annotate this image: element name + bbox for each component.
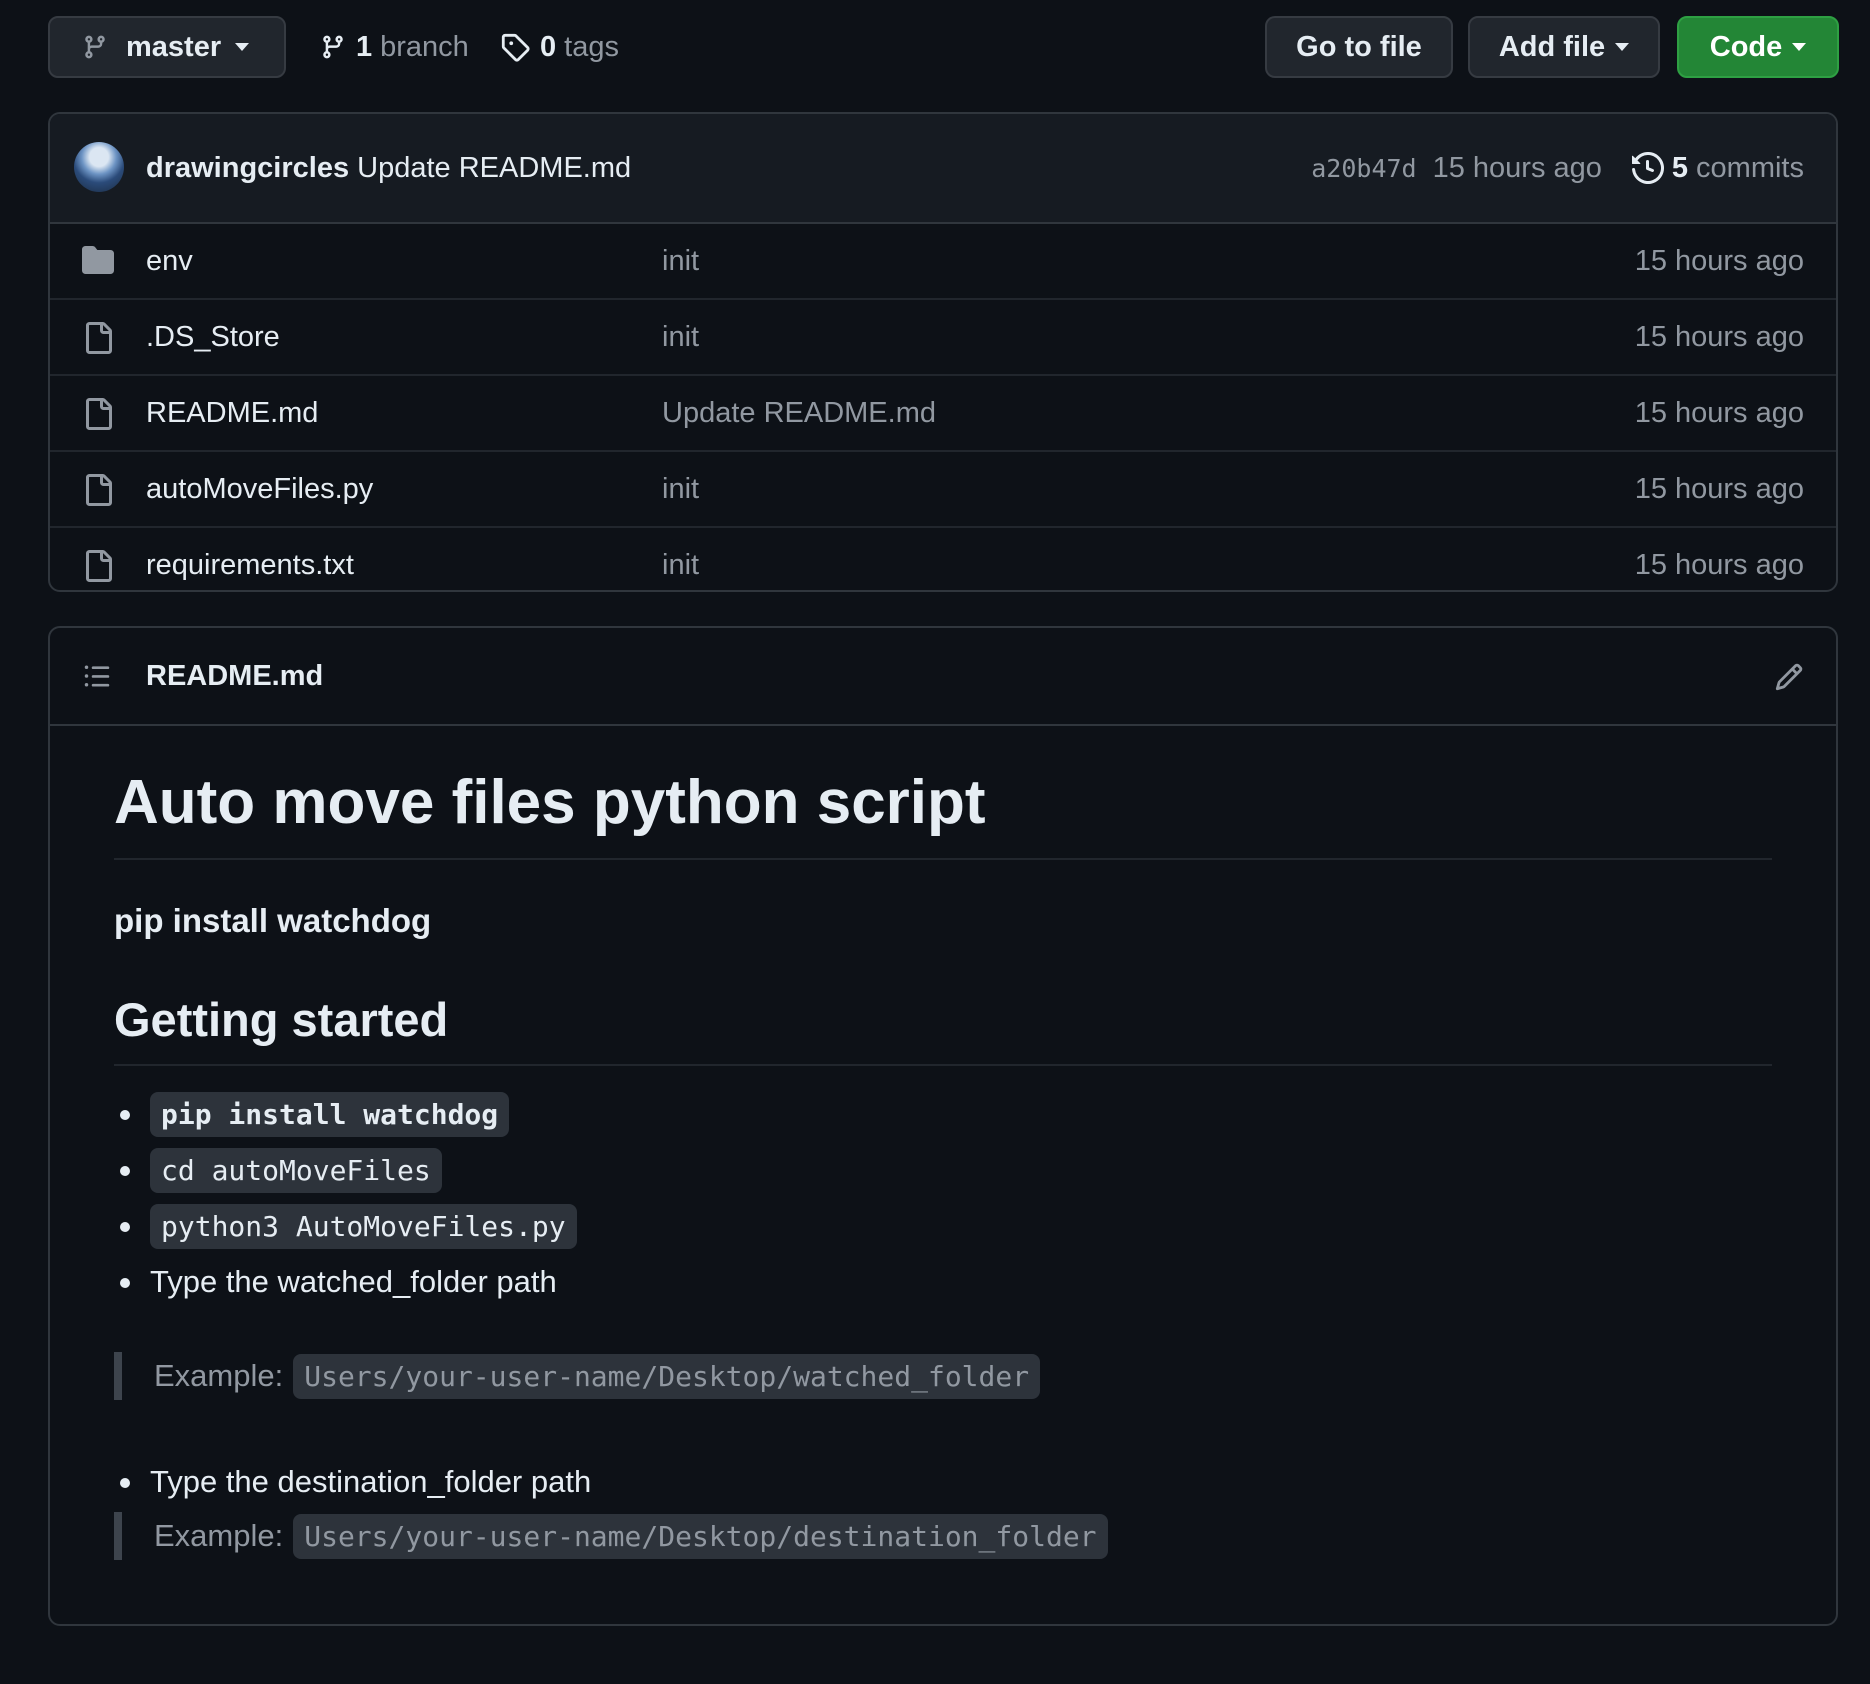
commit-message-link[interactable]: Update README.md — [357, 152, 631, 184]
latest-commit-message: drawingcircles Update README.md — [146, 152, 631, 185]
inline-code: pip install watchdog — [150, 1091, 510, 1137]
go-to-file-button[interactable]: Go to file — [1265, 16, 1453, 78]
file-name-link[interactable]: README.md — [146, 397, 318, 430]
readme-panel: README.md Auto move files python script … — [48, 626, 1838, 1626]
readme-subheading: Getting started — [114, 992, 1772, 1067]
list-item: pip install watchdog — [120, 1086, 577, 1142]
latest-commit-bar: drawingcircles Update README.md a20b47d … — [50, 114, 1836, 224]
inline-code: python3 AutoMoveFiles.py — [150, 1203, 577, 1249]
branch-name: master — [126, 30, 222, 63]
steps-list: pip install watchdog cd autoMoveFiles py… — [120, 1086, 577, 1310]
tag-count: 0 — [540, 30, 557, 63]
commit-count: 5 — [1671, 151, 1689, 184]
inline-code: Users/your-user-name/Desktop/watched_fol… — [293, 1353, 1041, 1399]
file-name-link[interactable]: autoMoveFiles.py — [146, 473, 373, 506]
blockquote: Example: Users/your-user-name/Desktop/wa… — [114, 1352, 1041, 1400]
file-list: drawingcircles Update README.md a20b47d … — [48, 112, 1838, 592]
file-commit-time: 15 hours ago — [1634, 396, 1804, 429]
branch-count: 1 — [356, 30, 373, 63]
readme-bold-line: pip install watchdog — [114, 902, 432, 939]
repo-toolbar: master 1 branch 0 tags Go to file Add fi… — [48, 16, 1839, 80]
commit-word: commits — [1696, 151, 1804, 184]
step-text: Type the watched_folder path — [150, 1264, 557, 1299]
step-text: Type the destination_folder path — [150, 1464, 592, 1499]
file-row[interactable]: env init 15 hours ago — [50, 224, 1836, 298]
branch-word: branch — [380, 30, 469, 63]
git-branch-icon — [320, 32, 346, 62]
pencil-icon[interactable] — [1774, 662, 1804, 692]
tag-icon — [500, 32, 530, 62]
inline-code: cd autoMoveFiles — [150, 1147, 442, 1193]
blockquote: Example: Users/your-user-name/Desktop/de… — [114, 1512, 1108, 1560]
file-commit-message-link[interactable]: init — [662, 549, 699, 582]
file-commit-message-link[interactable]: Update README.md — [662, 397, 936, 430]
chevron-down-icon — [235, 43, 250, 51]
file-commit-time: 15 hours ago — [1634, 244, 1804, 277]
history-icon — [1631, 152, 1664, 184]
file-commit-time: 15 hours ago — [1634, 548, 1804, 581]
file-commit-time: 15 hours ago — [1634, 320, 1804, 353]
file-commit-message-link[interactable]: init — [662, 245, 699, 278]
tag-word: tags — [564, 30, 619, 63]
chevron-down-icon — [1615, 43, 1630, 51]
file-icon — [82, 550, 114, 582]
example-label: Example: — [154, 1358, 284, 1393]
code-label: Code — [1709, 30, 1783, 63]
branch-select-button[interactable]: master — [48, 16, 286, 78]
file-icon — [82, 398, 114, 430]
commits-history-link[interactable]: 5 commits — [1631, 151, 1804, 185]
git-branch-icon — [82, 32, 108, 62]
file-name-link[interactable]: env — [146, 245, 193, 278]
list-item: Type the destination_folder path — [119, 1454, 592, 1510]
commit-author-link[interactable]: drawingcircles — [146, 152, 349, 184]
commit-meta: a20b47d 15 hours ago 5 commits — [1311, 152, 1804, 185]
folder-icon — [82, 246, 114, 274]
add-file-button[interactable]: Add file — [1468, 16, 1660, 78]
file-name-link[interactable]: .DS_Store — [146, 321, 280, 354]
file-name-link[interactable]: requirements.txt — [146, 549, 354, 582]
readme-header: README.md — [50, 628, 1836, 726]
outline-list-icon[interactable] — [82, 662, 112, 690]
go-to-file-label: Go to file — [1296, 30, 1422, 63]
file-row[interactable]: README.md Update README.md 15 hours ago — [50, 374, 1836, 450]
readme-filename[interactable]: README.md — [146, 660, 323, 693]
list-item: cd autoMoveFiles — [120, 1142, 577, 1198]
commit-sha-link[interactable]: a20b47d — [1311, 154, 1416, 183]
branches-link[interactable]: 1 branch — [320, 16, 469, 78]
avatar[interactable] — [74, 142, 124, 192]
readme-heading: Auto move files python script — [114, 766, 1772, 861]
file-commit-time: 15 hours ago — [1634, 472, 1804, 505]
file-row[interactable]: requirements.txt init 15 hours ago — [50, 526, 1836, 590]
list-item: Type the watched_folder path — [120, 1254, 577, 1310]
file-row[interactable]: autoMoveFiles.py init 15 hours ago — [50, 450, 1836, 526]
list-item: python3 AutoMoveFiles.py — [120, 1198, 577, 1254]
file-row[interactable]: .DS_Store init 15 hours ago — [50, 298, 1836, 374]
inline-code: Users/your-user-name/Desktop/destination… — [293, 1513, 1108, 1559]
file-commit-message-link[interactable]: init — [662, 473, 699, 506]
commit-time: 15 hours ago — [1432, 151, 1602, 184]
file-commit-message-link[interactable]: init — [662, 321, 699, 354]
file-icon — [82, 322, 114, 354]
steps-list: Type the destination_folder path — [119, 1454, 592, 1510]
file-icon — [82, 474, 114, 506]
code-button[interactable]: Code — [1677, 16, 1839, 78]
chevron-down-icon — [1792, 43, 1807, 51]
example-label: Example: — [154, 1518, 284, 1553]
add-file-label: Add file — [1498, 30, 1606, 63]
tags-link[interactable]: 0 tags — [500, 16, 619, 78]
